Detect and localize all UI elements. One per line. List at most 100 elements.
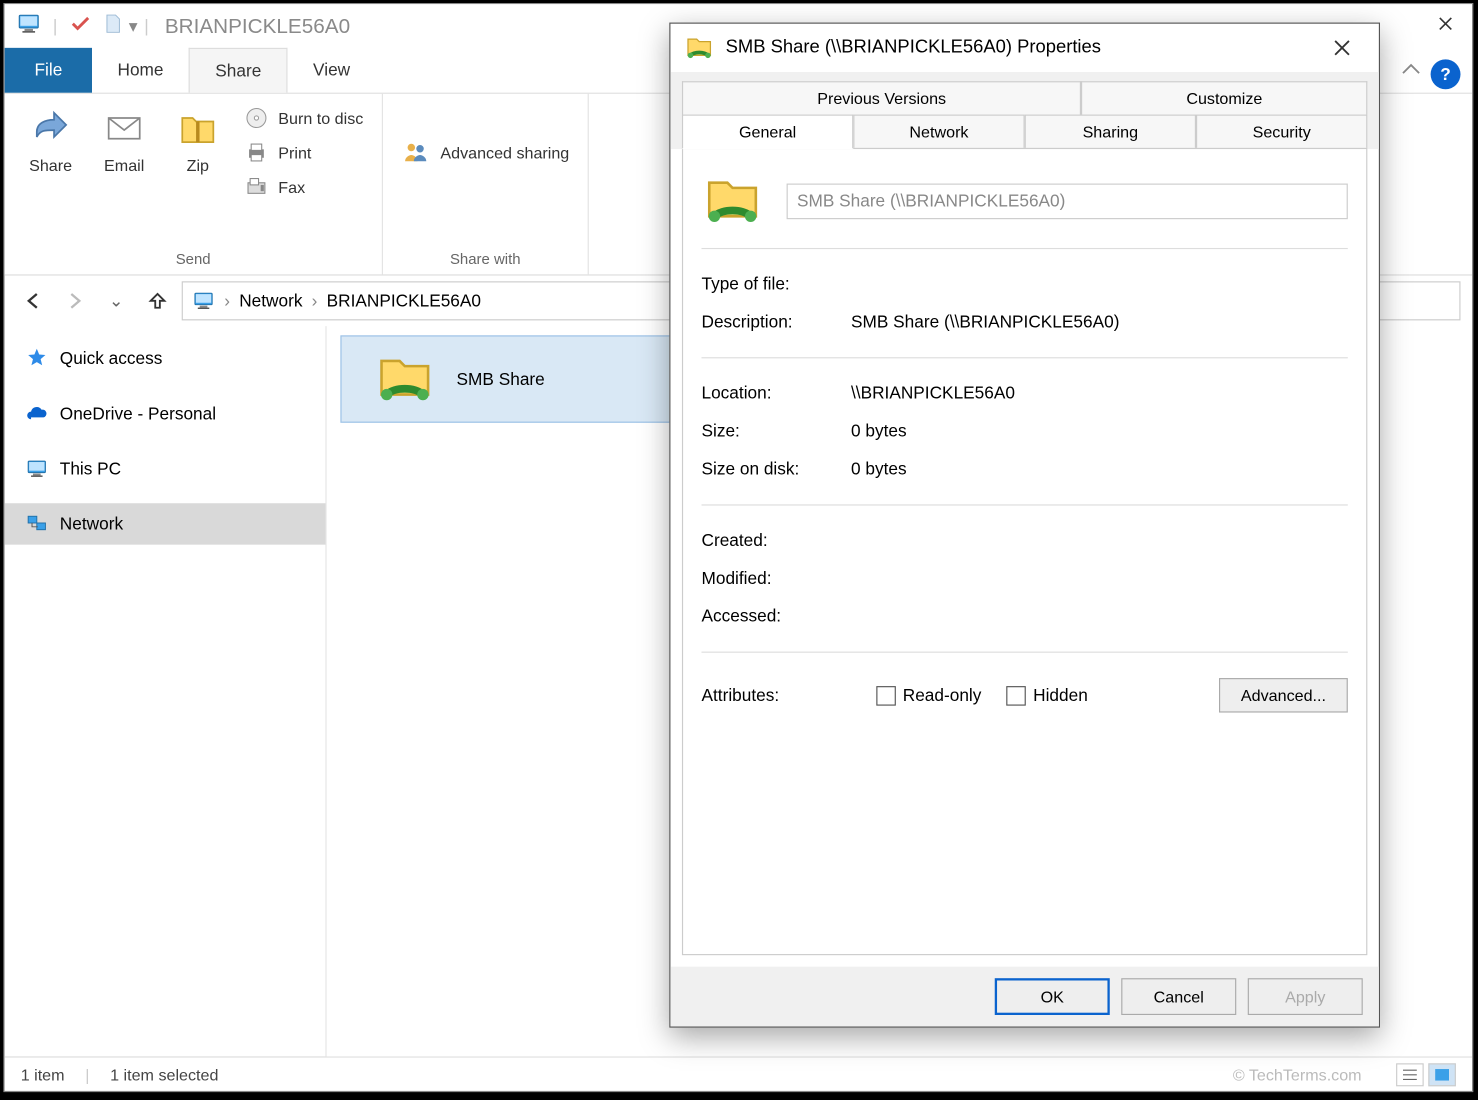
group-send-label: Send (176, 246, 211, 270)
cancel-button[interactable]: Cancel (1121, 978, 1236, 1015)
checkbox-icon (876, 686, 896, 706)
zip-label: Zip (187, 156, 209, 174)
back-button[interactable] (16, 284, 51, 319)
tab-network[interactable]: Network (853, 115, 1024, 150)
nav-quick-access[interactable]: Quick access (5, 338, 326, 379)
dialog-footer: OK Cancel Apply (670, 967, 1378, 1027)
fax-button[interactable]: Fax (235, 170, 373, 205)
addr-seg-network[interactable]: Network (239, 291, 302, 311)
apply-button[interactable]: Apply (1248, 978, 1363, 1015)
cloud-icon (25, 402, 48, 425)
label-accessed: Accessed: (702, 607, 852, 627)
share-folder-icon (684, 33, 714, 63)
label-modified: Modified: (702, 569, 852, 589)
qat-check-icon[interactable] (69, 12, 92, 40)
hidden-label: Hidden (1033, 686, 1088, 706)
share-folder-icon (374, 348, 436, 410)
qat-doc-icon[interactable] (101, 12, 124, 40)
help-icon[interactable]: ? (1431, 59, 1461, 89)
label-attributes: Attributes: (702, 686, 852, 706)
nav-label: Network (60, 514, 123, 534)
nav-this-pc[interactable]: This PC (5, 448, 326, 489)
ok-button[interactable]: OK (995, 978, 1110, 1015)
computer-icon (25, 457, 48, 480)
readonly-label: Read-only (903, 686, 982, 706)
value-location: \\BRIANPICKLE56A0 (851, 384, 1015, 404)
checkbox-readonly[interactable]: Read-only (876, 686, 981, 706)
dialog-tabs: Previous Versions Customize General Netw… (670, 72, 1378, 149)
view-toggle (1396, 1063, 1456, 1086)
title-sep2: | (144, 16, 148, 36)
explorer-window: | ▾ | BRIANPICKLE56A0 ? File Home Share … (3, 3, 1473, 1092)
window-title: BRIANPICKLE56A0 (165, 14, 350, 38)
tab-customize[interactable]: Customize (1081, 81, 1367, 114)
name-field[interactable]: SMB Share (\\BRIANPICKLE56A0) (787, 183, 1348, 219)
checkbox-icon (1007, 686, 1027, 706)
advanced-sharing-button[interactable]: Advanced sharing (392, 133, 578, 172)
nav-label: This PC (60, 459, 121, 479)
view-details-button[interactable] (1396, 1063, 1424, 1086)
tab-security[interactable]: Security (1196, 115, 1367, 150)
label-size: Size: (702, 422, 852, 442)
title-sep: | (53, 16, 57, 36)
up-button[interactable] (140, 284, 175, 319)
burn-label: Burn to disc (278, 109, 363, 127)
print-button[interactable]: Print (235, 135, 373, 170)
dialog-close-button[interactable] (1319, 25, 1365, 71)
file-item-smb-share[interactable]: SMB Share (340, 335, 696, 422)
dialog-title-bar: SMB Share (\\BRIANPICKLE56A0) Properties (670, 24, 1378, 72)
status-sep: | (85, 1065, 89, 1083)
value-description: SMB Share (\\BRIANPICKLE56A0) (851, 312, 1119, 332)
ribbon-group-send: Share Email Zip Burn to disc (5, 94, 383, 275)
navigation-pane: Quick access OneDrive - Personal This PC… (5, 326, 327, 1056)
label-description: Description: (702, 312, 852, 332)
fax-label: Fax (278, 178, 305, 196)
tab-file[interactable]: File (5, 48, 93, 93)
label-location: Location: (702, 384, 852, 404)
advanced-button[interactable]: Advanced... (1219, 678, 1348, 713)
nav-onedrive[interactable]: OneDrive - Personal (5, 393, 326, 434)
email-label: Email (104, 156, 144, 174)
ribbon-group-share-with: Advanced sharing Share with (383, 94, 589, 275)
view-icons-button[interactable] (1428, 1063, 1456, 1086)
tab-share[interactable]: Share (189, 48, 288, 93)
nav-label: Quick access (60, 349, 163, 369)
label-created: Created: (702, 531, 852, 551)
chevron-right-icon[interactable]: › (312, 291, 318, 311)
value-size: 0 bytes (851, 422, 907, 442)
tab-sharing[interactable]: Sharing (1025, 115, 1196, 150)
forward-button[interactable] (58, 284, 93, 319)
advanced-sharing-label: Advanced sharing (440, 143, 569, 161)
addr-seg-host[interactable]: BRIANPICKLE56A0 (327, 291, 481, 311)
checkbox-hidden[interactable]: Hidden (1007, 686, 1088, 706)
status-bar: 1 item | 1 item selected © TechTerms.com (5, 1056, 1472, 1091)
burn-button[interactable]: Burn to disc (235, 101, 373, 136)
tab-previous-versions[interactable]: Previous Versions (682, 81, 1081, 114)
recent-dropdown[interactable]: ⌄ (99, 284, 133, 319)
properties-dialog: SMB Share (\\BRIANPICKLE56A0) Properties… (669, 23, 1380, 1028)
tab-general[interactable]: General (682, 115, 853, 150)
ribbon-collapse-icon[interactable] (1401, 62, 1422, 83)
status-count: 1 item (21, 1065, 65, 1083)
computer-icon (192, 289, 215, 312)
label-size-on-disk: Size on disk: (702, 460, 852, 480)
nav-network[interactable]: Network (5, 503, 326, 544)
email-button[interactable]: Email (87, 101, 161, 182)
share-folder-icon (702, 170, 764, 232)
tab-view[interactable]: View (288, 48, 376, 93)
tab-home[interactable]: Home (92, 48, 189, 93)
close-button[interactable] (1419, 4, 1472, 43)
dialog-title: SMB Share (\\BRIANPICKLE56A0) Properties (726, 38, 1101, 59)
share-button[interactable]: Share (14, 101, 88, 182)
network-icon (25, 512, 48, 535)
qat-dropdown-icon[interactable]: ▾ (129, 16, 138, 37)
label-type: Type of file: (702, 274, 852, 294)
zip-button[interactable]: Zip (161, 101, 235, 182)
dialog-body: SMB Share (\\BRIANPICKLE56A0) Type of fi… (682, 148, 1367, 955)
share-label: Share (29, 156, 72, 174)
chevron-right-icon[interactable]: › (224, 291, 230, 311)
star-icon (25, 347, 48, 370)
nav-label: OneDrive - Personal (60, 404, 216, 424)
file-item-label: SMB Share (457, 369, 545, 389)
window-controls (1419, 4, 1472, 43)
